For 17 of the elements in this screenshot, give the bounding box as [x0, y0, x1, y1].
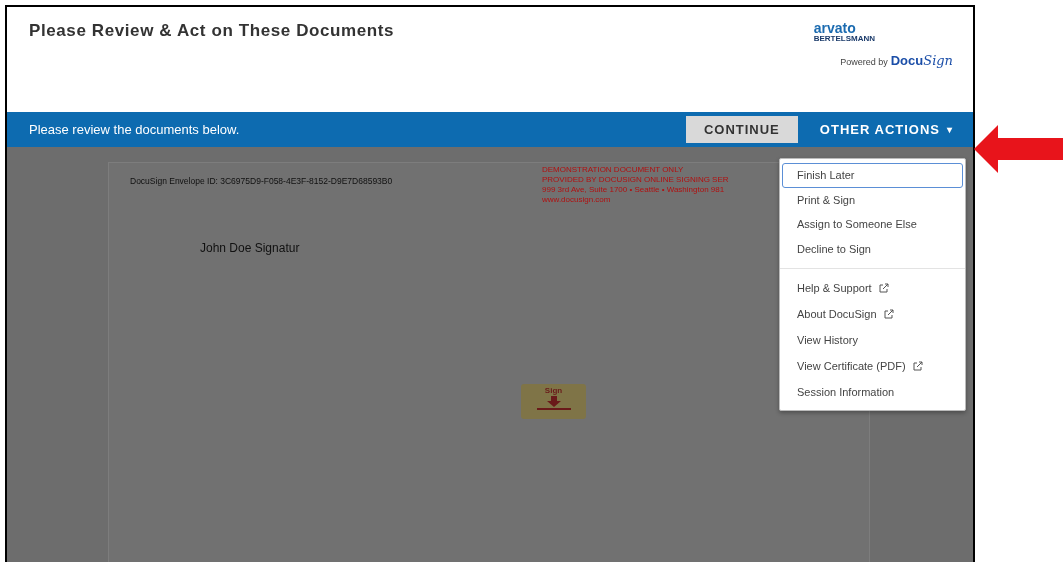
other-actions-button[interactable]: OTHER ACTIONS ▾ — [819, 122, 953, 138]
arvato-logo: arvato BERTELSMANN — [813, 21, 875, 43]
demo-notice-line: PROVIDED BY DOCUSIGN ONLINE SIGNING SER — [542, 175, 729, 185]
demo-notice-line: 999 3rd Ave, Suite 1700 • Seattle • Washington 981 — [542, 185, 725, 195]
signature-label: John Doe Signatur — [200, 241, 300, 255]
review-message: Please review the documents below. — [29, 122, 241, 138]
demo-notice-line: www.docusign.com — [542, 195, 611, 205]
pointer-arrow-icon — [974, 125, 1063, 173]
powered-by-logo: Powered by DocuSign — [840, 53, 953, 68]
external-link-icon — [878, 283, 889, 293]
menu-item[interactable]: Finish Later — [782, 163, 963, 188]
envelope-id: DocuSign Envelope ID: 3C6975D9-F058-4E3F-8152-D9E7D68593B0 — [130, 176, 393, 188]
continue-button[interactable]: CONTINUE — [685, 116, 798, 144]
external-link-icon — [912, 361, 923, 371]
demo-notice-line: DEMONSTRATION DOCUMENT ONLY — [542, 165, 684, 175]
page-title: Please Review & Act on These Documents — [29, 21, 395, 42]
external-link-icon — [883, 309, 894, 319]
